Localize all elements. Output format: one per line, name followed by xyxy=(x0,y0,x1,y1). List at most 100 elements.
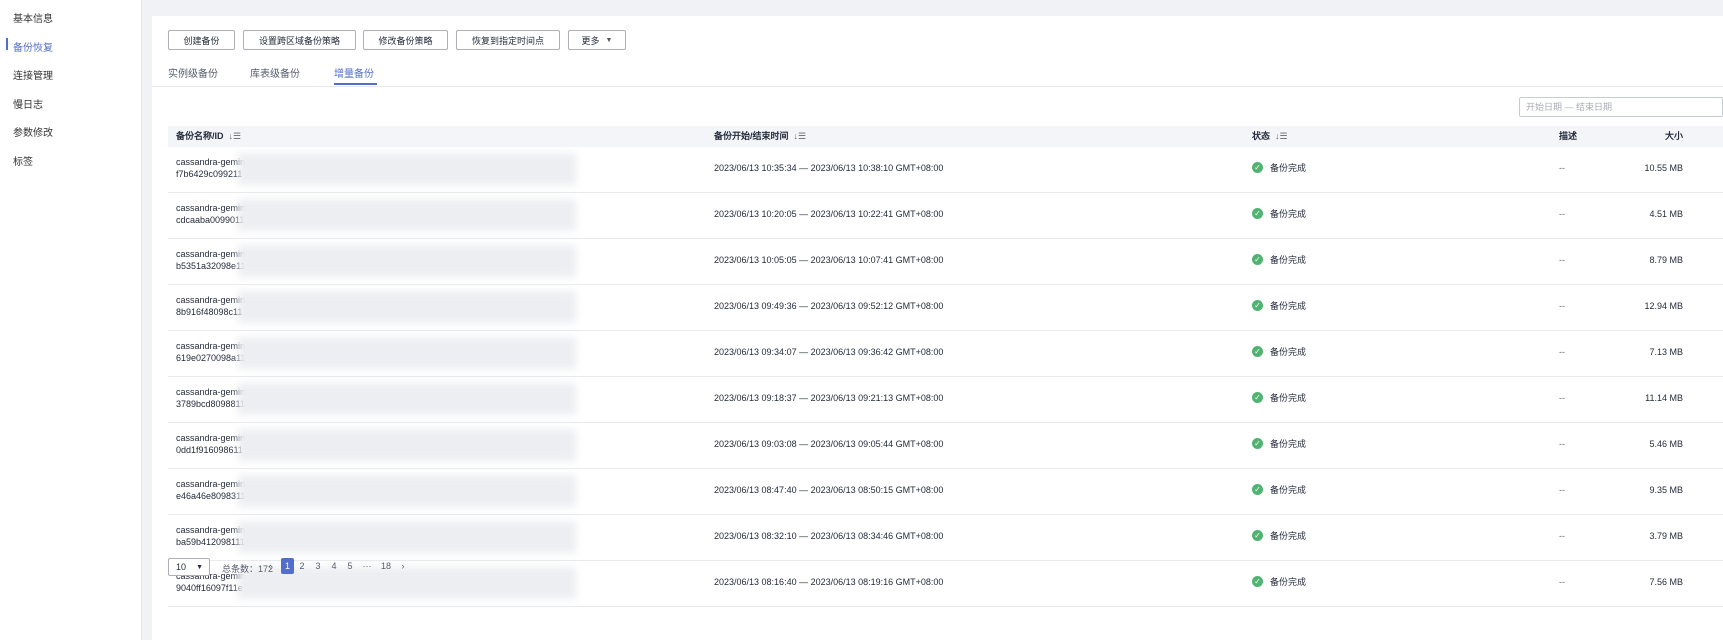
sidebar-item-basic-info[interactable]: 基本信息 xyxy=(13,10,53,25)
backup-desc: -- xyxy=(1559,163,1565,173)
column-header-time: 备份开始/结束时间 ↓☰ xyxy=(714,126,806,147)
table-header: 备份名称/ID ↓☰ 备份开始/结束时间 ↓☰ 状态 ↓☰ 大小 描述 xyxy=(168,126,1723,147)
more-label: 更多 xyxy=(581,35,600,46)
status-text: 备份完成 xyxy=(1270,163,1307,173)
table-row: cassandra-gemin 0dd1f916098611 2023/06/13 … xyxy=(168,423,1723,469)
active-tab-indicator xyxy=(334,83,377,85)
table-row: cassandra-gemin 8b916f48098c11 2023/06/13 … xyxy=(168,285,1723,331)
backup-id: 3789bcd8098811 xyxy=(176,399,245,409)
sidebar-item-connection[interactable]: 连接管理 xyxy=(13,67,53,82)
status-text: 备份完成 xyxy=(1270,439,1307,449)
table-row: cassandra-gemin f7b6429c099211 2023/06/13 … xyxy=(168,147,1723,193)
table-row: cassandra-gemin 3789bcd8098811 2023/06/13 … xyxy=(168,377,1723,423)
backup-time-range: 2023/06/13 09:34:07 — 2023/06/13 09:36:4… xyxy=(714,347,944,357)
backup-desc: -- xyxy=(1559,255,1565,265)
backup-desc: -- xyxy=(1559,577,1565,587)
backup-name[interactable]: cassandra-gemin xyxy=(176,387,245,397)
backup-desc: -- xyxy=(1559,531,1565,541)
sidebar-item-slow-log[interactable]: 慢日志 xyxy=(13,96,43,111)
backup-name[interactable]: cassandra-gemin xyxy=(176,249,245,259)
backup-size: 4.51 MB xyxy=(1649,209,1683,219)
tab-table-backup[interactable]: 库表级备份 xyxy=(250,65,300,80)
status-text: 备份完成 xyxy=(1270,255,1307,265)
more-button[interactable]: 更多 ▼ xyxy=(568,30,626,50)
redacted-region xyxy=(238,245,576,277)
check-circle-icon: ✓ xyxy=(1252,162,1263,173)
backup-name[interactable]: cassandra-gemin xyxy=(176,479,245,489)
backup-size: 12.94 MB xyxy=(1644,301,1683,311)
sort-icon[interactable]: ↓☰ xyxy=(229,131,242,141)
page-1[interactable]: 1 xyxy=(281,558,294,574)
cross-region-policy-button[interactable]: 设置跨区域备份策略 xyxy=(243,30,356,50)
main-panel: 创建备份 设置跨区域备份策略 修改备份策略 恢复到指定时间点 更多 ▼ 实例级备… xyxy=(152,16,1723,640)
status-cell: ✓ 备份完成 xyxy=(1252,391,1306,404)
backup-name[interactable]: cassandra-gemin xyxy=(176,295,245,305)
sidebar-item-backup-restore[interactable]: 备份恢复 xyxy=(13,39,53,54)
date-range-input[interactable] xyxy=(1519,97,1723,117)
sidebar-item-tags[interactable]: 标签 xyxy=(13,153,33,168)
redacted-region xyxy=(238,153,576,185)
status-cell: ✓ 备份完成 xyxy=(1252,345,1306,358)
sidebar: 基本信息 备份恢复 连接管理 慢日志 参数修改 标签 xyxy=(0,0,142,640)
check-circle-icon: ✓ xyxy=(1252,346,1263,357)
backup-size: 9.35 MB xyxy=(1649,485,1683,495)
redacted-region xyxy=(238,337,576,369)
check-circle-icon: ✓ xyxy=(1252,530,1263,541)
column-header-name: 备份名称/ID ↓☰ xyxy=(176,126,241,147)
status-cell: ✓ 备份完成 xyxy=(1252,437,1306,450)
page-4[interactable]: 4 xyxy=(329,558,339,574)
prev-page-button[interactable]: ‹ xyxy=(265,558,275,574)
check-circle-icon: ✓ xyxy=(1252,484,1263,495)
backup-id: 619e0270098a11 xyxy=(176,353,246,363)
redacted-region xyxy=(238,199,576,231)
status-cell: ✓ 备份完成 xyxy=(1252,575,1306,588)
page-size-value: 10 xyxy=(176,562,187,572)
backup-name[interactable]: cassandra-gemin xyxy=(176,157,245,167)
page-ellipsis[interactable]: ··· xyxy=(360,558,374,574)
backup-size: 8.79 MB xyxy=(1649,255,1683,265)
check-circle-icon: ✓ xyxy=(1252,576,1263,587)
backup-size: 3.79 MB xyxy=(1649,531,1683,541)
filter-icon[interactable]: ↓☰ xyxy=(1275,131,1288,141)
check-circle-icon: ✓ xyxy=(1252,300,1263,311)
page-5[interactable]: 5 xyxy=(345,558,355,574)
backup-id: 9040ff16097f11e xyxy=(176,583,243,593)
tab-divider xyxy=(152,86,1723,87)
table-row: cassandra-gemin ba59b412098111 2023/06/13 … xyxy=(168,515,1723,561)
page-3[interactable]: 3 xyxy=(313,558,323,574)
backup-time-range: 2023/06/13 09:03:08 — 2023/06/13 09:05:4… xyxy=(714,439,944,449)
status-cell: ✓ 备份完成 xyxy=(1252,161,1306,174)
backup-id: b5351a32098e11 xyxy=(176,261,246,271)
backup-name[interactable]: cassandra-gemin xyxy=(176,341,245,351)
status-text: 备份完成 xyxy=(1270,485,1307,495)
page-18[interactable]: 18 xyxy=(379,558,393,574)
redacted-region xyxy=(238,521,576,553)
check-circle-icon: ✓ xyxy=(1252,208,1263,219)
redacted-region xyxy=(238,475,576,507)
backup-time-range: 2023/06/13 10:20:05 — 2023/06/13 10:22:4… xyxy=(714,209,944,219)
backup-desc: -- xyxy=(1559,209,1565,219)
status-cell: ✓ 备份完成 xyxy=(1252,207,1306,220)
table-row: cassandra-gemin cdcaaba0099011 2023/06/13 … xyxy=(168,193,1723,239)
tab-incremental-backup[interactable]: 增量备份 xyxy=(334,65,374,80)
page-2[interactable]: 2 xyxy=(297,558,307,574)
status-text: 备份完成 xyxy=(1270,531,1307,541)
backup-name[interactable]: cassandra-gemin xyxy=(176,525,245,535)
sidebar-item-parameters[interactable]: 参数修改 xyxy=(13,124,53,139)
next-page-button[interactable]: › xyxy=(398,558,408,574)
modify-policy-button[interactable]: 修改备份策略 xyxy=(363,30,448,50)
page-size-select[interactable]: 10 ▼ xyxy=(168,558,210,576)
sort-icon[interactable]: ↓☰ xyxy=(794,131,807,141)
backup-name[interactable]: cassandra-gemin xyxy=(176,203,245,213)
column-header-size: 大小 xyxy=(1664,131,1683,141)
backup-name[interactable]: cassandra-gemin xyxy=(176,433,245,443)
backup-size: 11.14 MB xyxy=(1645,393,1683,403)
tab-instance-backup[interactable]: 实例级备份 xyxy=(168,65,218,80)
redacted-region xyxy=(238,429,576,461)
backup-time-range: 2023/06/13 10:05:05 — 2023/06/13 10:07:4… xyxy=(714,255,944,265)
create-backup-button[interactable]: 创建备份 xyxy=(168,30,235,50)
caret-down-icon: ▼ xyxy=(605,36,613,44)
check-circle-icon: ✓ xyxy=(1252,438,1263,449)
status-cell: ✓ 备份完成 xyxy=(1252,529,1306,542)
restore-to-time-button[interactable]: 恢复到指定时间点 xyxy=(456,30,560,50)
